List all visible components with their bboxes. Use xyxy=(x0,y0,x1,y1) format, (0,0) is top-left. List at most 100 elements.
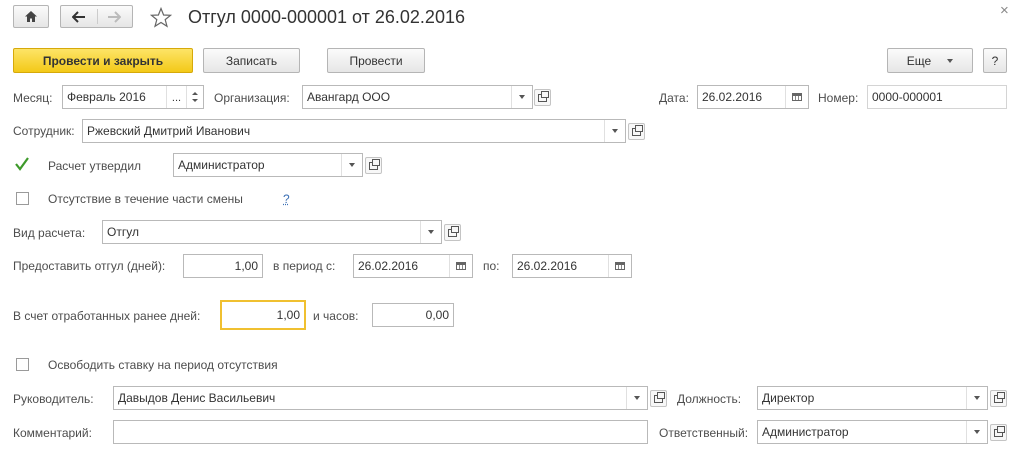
window-title: Отгул 0000-000001 от 26.02.2016 xyxy=(188,7,465,27)
worked-days-value: 1,00 xyxy=(276,308,300,322)
calendar-icon xyxy=(615,262,625,270)
nav-divider xyxy=(97,9,98,24)
position-value: Директор xyxy=(762,391,815,405)
month-spinner[interactable] xyxy=(186,86,203,108)
close-icon[interactable]: × xyxy=(1000,3,1009,19)
position-open-button[interactable] xyxy=(990,390,1007,407)
chevron-down-icon xyxy=(519,95,525,99)
home-icon xyxy=(25,11,37,22)
responsible-field[interactable]: Администратор xyxy=(757,420,988,444)
period-from-calendar-button[interactable] xyxy=(449,255,472,277)
employee-label: Сотрудник: xyxy=(13,124,75,138)
partial-shift-label: Отсутствие в течение части смены xyxy=(48,192,243,206)
employee-dropdown-button[interactable] xyxy=(604,120,625,142)
responsible-label: Ответственный: xyxy=(659,426,749,440)
more-button[interactable]: Еще xyxy=(887,48,973,73)
employee-value: Ржевский Дмитрий Иванович xyxy=(87,124,251,138)
approved-value: Администратор xyxy=(178,158,265,172)
chevron-down-icon xyxy=(612,129,618,133)
org-open-button[interactable] xyxy=(534,89,551,106)
checkmark-icon xyxy=(15,157,29,171)
spin-up-icon xyxy=(192,92,198,95)
arrow-left-icon xyxy=(71,10,85,23)
manager-value: Давыдов Денис Васильевич xyxy=(118,391,276,405)
period-from-field[interactable]: 26.02.2016 xyxy=(353,254,473,278)
nav-button-group xyxy=(60,5,133,28)
hours-value: 0,00 xyxy=(425,308,449,322)
month-field[interactable]: Февраль 2016 ... xyxy=(62,85,204,109)
manager-open-button[interactable] xyxy=(650,390,667,407)
period-from-value: 26.02.2016 xyxy=(358,259,419,273)
release-rate-checkbox[interactable] xyxy=(16,358,29,371)
manager-dropdown-button[interactable] xyxy=(626,387,647,409)
chevron-down-icon xyxy=(349,163,355,167)
employee-open-button[interactable] xyxy=(628,123,645,140)
month-select-button[interactable]: ... xyxy=(166,86,186,108)
number-label: Номер: xyxy=(818,91,859,105)
grant-days-field[interactable]: 1,00 xyxy=(183,254,263,278)
date-calendar-button[interactable] xyxy=(785,86,808,108)
grant-days-label: Предоставить отгул (дней): xyxy=(13,259,166,273)
calc-type-label: Вид расчета: xyxy=(13,226,86,240)
calendar-icon xyxy=(792,93,802,101)
home-button[interactable] xyxy=(13,5,49,28)
position-field[interactable]: Директор xyxy=(757,386,988,410)
post-button[interactable]: Провести xyxy=(327,48,425,73)
calc-type-dropdown-button[interactable] xyxy=(420,221,441,243)
hours-field[interactable]: 0,00 xyxy=(372,303,454,327)
month-value: Февраль 2016 xyxy=(67,90,146,104)
approved-open-button[interactable] xyxy=(365,157,382,174)
chevron-down-icon xyxy=(974,430,980,434)
chevron-down-icon xyxy=(634,396,640,400)
chevron-down-icon xyxy=(974,396,980,400)
approved-field[interactable]: Администратор xyxy=(173,153,363,177)
date-field[interactable]: 26.02.2016 xyxy=(697,85,809,109)
chevron-down-icon xyxy=(947,58,954,63)
period-to-value: 26.02.2016 xyxy=(517,259,578,273)
chevron-down-icon xyxy=(428,230,434,234)
calc-type-open-button[interactable] xyxy=(444,224,461,241)
employee-field[interactable]: Ржевский Дмитрий Иванович xyxy=(82,119,626,143)
calc-type-value: Отгул xyxy=(107,225,139,239)
release-rate-label: Освободить ставку на период отсутствия xyxy=(48,358,278,372)
save-button[interactable]: Записать xyxy=(203,48,300,73)
partial-shift-checkbox[interactable] xyxy=(16,192,29,205)
approved-dropdown-button[interactable] xyxy=(341,154,362,176)
number-field[interactable]: 0000-000001 xyxy=(867,85,1007,109)
open-form-icon xyxy=(538,90,549,102)
back-button[interactable] xyxy=(71,10,86,23)
org-value: Авангард ООО xyxy=(307,90,391,104)
calendar-icon xyxy=(456,262,466,270)
approved-label: Расчет утвердил xyxy=(48,159,142,173)
partial-shift-help-link[interactable]: ? xyxy=(283,192,290,206)
period-to-label: по: xyxy=(483,259,500,273)
date-label: Дата: xyxy=(659,91,689,105)
open-form-icon xyxy=(654,391,665,403)
spin-down-icon xyxy=(192,99,198,102)
manager-field[interactable]: Давыдов Денис Васильевич xyxy=(113,386,648,410)
star-icon[interactable] xyxy=(150,7,172,28)
open-form-icon xyxy=(994,391,1005,403)
worked-days-label: В счет отработанных ранее дней: xyxy=(13,309,201,323)
hours-label: и часов: xyxy=(313,309,359,323)
org-label: Организация: xyxy=(214,91,290,105)
number-value: 0000-000001 xyxy=(872,90,943,104)
arrow-right-icon xyxy=(108,10,122,23)
responsible-dropdown-button[interactable] xyxy=(966,421,987,443)
grant-days-value: 1,00 xyxy=(234,259,258,273)
month-label: Месяц: xyxy=(13,91,53,105)
help-button[interactable]: ? xyxy=(983,48,1007,73)
comment-field[interactable] xyxy=(113,420,648,444)
calc-type-field[interactable]: Отгул xyxy=(102,220,442,244)
forward-button[interactable] xyxy=(107,10,122,23)
position-dropdown-button[interactable] xyxy=(966,387,987,409)
post-and-close-button[interactable]: Провести и закрыть xyxy=(13,48,193,73)
org-field[interactable]: Авангард ООО xyxy=(302,85,533,109)
worked-days-field[interactable]: 1,00 xyxy=(220,300,306,330)
period-to-calendar-button[interactable] xyxy=(608,255,631,277)
org-dropdown-button[interactable] xyxy=(511,86,532,108)
period-to-field[interactable]: 26.02.2016 xyxy=(512,254,632,278)
comment-label: Комментарий: xyxy=(13,426,92,440)
approved-checkbox[interactable] xyxy=(14,156,30,172)
responsible-open-button[interactable] xyxy=(990,424,1007,441)
